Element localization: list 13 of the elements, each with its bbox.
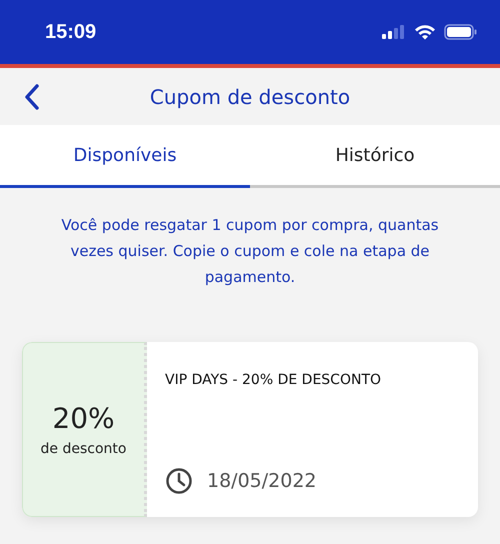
signal-icon (382, 25, 406, 39)
discount-caption: de desconto (40, 441, 126, 457)
coupon-title: VIP DAYS - 20% DE DESCONTO (165, 372, 382, 388)
discount-percent: 20% (52, 402, 115, 435)
wifi-icon (414, 24, 436, 40)
battery-icon (444, 24, 478, 40)
back-icon[interactable] (24, 84, 40, 110)
coupon-date: 18/05/2022 (207, 470, 317, 492)
status-time: 15:09 (45, 20, 96, 44)
clock-icon (165, 467, 193, 495)
info-text: Você pode resgatar 1 cupom por compra, quantas vezes quiser. Copie o cupom e cole na etapa de pagamento. (60, 215, 440, 288)
coupon-card[interactable]: 20% de desconto VIP DAYS - 20% DE DESCONTO 18/05/2022 (22, 342, 478, 517)
screen-title: Cupom de desconto (150, 84, 350, 108)
